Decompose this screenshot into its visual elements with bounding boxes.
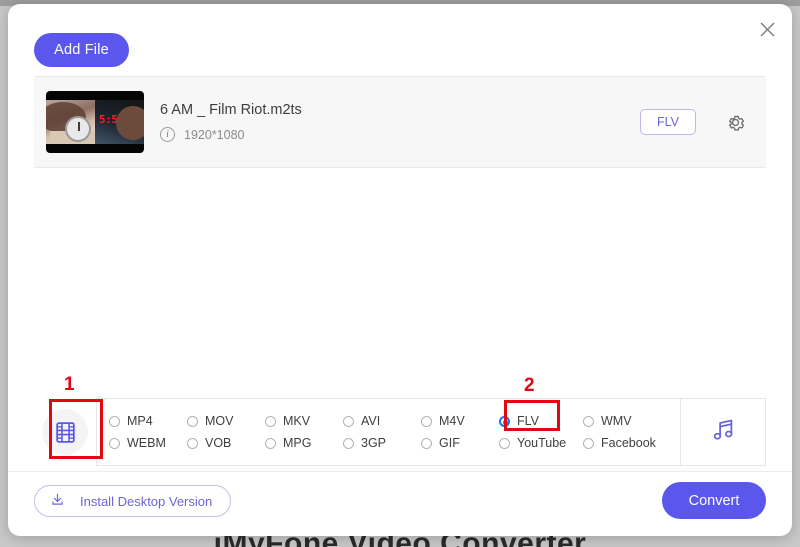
media-type-button[interactable] <box>34 398 96 466</box>
radio-icon[interactable] <box>187 415 198 427</box>
radio-icon[interactable] <box>265 437 276 449</box>
radio-icon[interactable] <box>109 415 120 427</box>
format-option-mp4[interactable]: MP4 <box>109 410 187 432</box>
format-option-youtube[interactable]: YouTube <box>499 432 583 454</box>
format-option-label: 3GP <box>361 436 387 450</box>
radio-icon[interactable] <box>265 415 276 427</box>
format-option-mkv[interactable]: MKV <box>265 410 343 432</box>
add-file-button[interactable]: Add File <box>34 33 129 67</box>
radio-icon[interactable] <box>109 437 120 449</box>
radio-icon[interactable] <box>421 415 432 427</box>
format-option-label: MPG <box>283 436 312 450</box>
format-option-webm[interactable]: WEBM <box>109 432 187 454</box>
file-subinfo: i 1920*1080 <box>160 127 640 142</box>
format-column-2: MOV VOB <box>187 410 265 454</box>
audio-type-button[interactable] <box>680 398 766 466</box>
radio-icon[interactable] <box>583 415 594 427</box>
install-button-label: Install Desktop Version <box>80 493 213 509</box>
format-picker: MP4 WEBM MOV VOB MKV MPG AVI 3GP M4V GIF… <box>34 398 766 466</box>
output-format-button[interactable]: FLV <box>640 109 696 135</box>
format-option-wmv[interactable]: WMV <box>583 410 667 432</box>
format-option-label: MOV <box>205 414 234 428</box>
download-icon <box>49 491 66 511</box>
info-icon[interactable]: i <box>160 127 175 142</box>
radio-icon[interactable] <box>343 437 354 449</box>
radio-icon[interactable] <box>421 437 432 449</box>
install-desktop-version-button[interactable]: Install Desktop Version <box>34 485 232 517</box>
format-option-label: WMV <box>601 414 632 428</box>
film-strip-icon <box>42 409 88 455</box>
format-column-1: MP4 WEBM <box>109 410 187 454</box>
radio-icon[interactable] <box>499 437 510 449</box>
format-option-label: GIF <box>439 436 460 450</box>
format-option-label: Facebook <box>601 436 656 450</box>
convert-button[interactable]: Convert <box>662 482 766 519</box>
format-column-5: M4V GIF <box>421 410 499 454</box>
format-option-label: MKV <box>283 414 311 428</box>
format-option-facebook[interactable]: Facebook <box>583 432 667 454</box>
close-icon[interactable] <box>754 16 780 42</box>
thumbnail-clock <box>65 116 91 142</box>
video-thumbnail: 5:59 <box>46 91 144 153</box>
file-name: 6 AM _ Film Riot.m2ts <box>160 102 302 118</box>
format-option-gif[interactable]: GIF <box>421 432 499 454</box>
format-option-columns: MP4 WEBM MOV VOB MKV MPG AVI 3GP M4V GIF… <box>96 398 680 466</box>
format-column-4: AVI 3GP <box>343 410 421 454</box>
thumbnail-led-time: 5:59 <box>99 113 124 126</box>
format-column-7: WMV Facebook <box>583 410 667 454</box>
footer-divider <box>8 471 792 472</box>
radio-icon[interactable] <box>343 415 354 427</box>
format-option-label: WEBM <box>127 436 166 450</box>
format-option-label: YouTube <box>517 436 567 450</box>
file-resolution: 1920*1080 <box>184 127 245 142</box>
format-option-m4v[interactable]: M4V <box>421 410 499 432</box>
format-option-mpg[interactable]: MPG <box>265 432 343 454</box>
format-option-flv[interactable]: FLV <box>499 410 583 432</box>
radio-icon[interactable] <box>583 437 594 449</box>
format-option-mov[interactable]: MOV <box>187 410 265 432</box>
format-option-vob[interactable]: VOB <box>187 432 265 454</box>
radio-icon[interactable] <box>187 437 198 449</box>
gear-icon[interactable] <box>722 109 748 135</box>
format-option-label: FLV <box>517 414 539 428</box>
format-option-label: M4V <box>439 414 465 428</box>
format-option-label: AVI <box>361 414 381 428</box>
format-column-3: MKV MPG <box>265 410 343 454</box>
format-option-label: MP4 <box>127 414 153 428</box>
format-column-6: FLV YouTube <box>499 410 583 454</box>
music-note-icon <box>710 416 737 448</box>
file-list-item[interactable]: 5:59 6 AM _ Film Riot.m2ts i 1920*1080 F… <box>34 77 766 167</box>
file-meta: 6 AM _ Film Riot.m2ts i 1920*1080 <box>160 102 640 142</box>
converter-dialog: Add File 5:59 6 AM _ Film Riot.m2ts i 19… <box>8 4 792 536</box>
file-list: 5:59 6 AM _ Film Riot.m2ts i 1920*1080 F… <box>34 76 766 168</box>
radio-icon[interactable] <box>499 415 510 427</box>
format-option-3gp[interactable]: 3GP <box>343 432 421 454</box>
format-option-label: VOB <box>205 436 232 450</box>
format-option-avi[interactable]: AVI <box>343 410 421 432</box>
